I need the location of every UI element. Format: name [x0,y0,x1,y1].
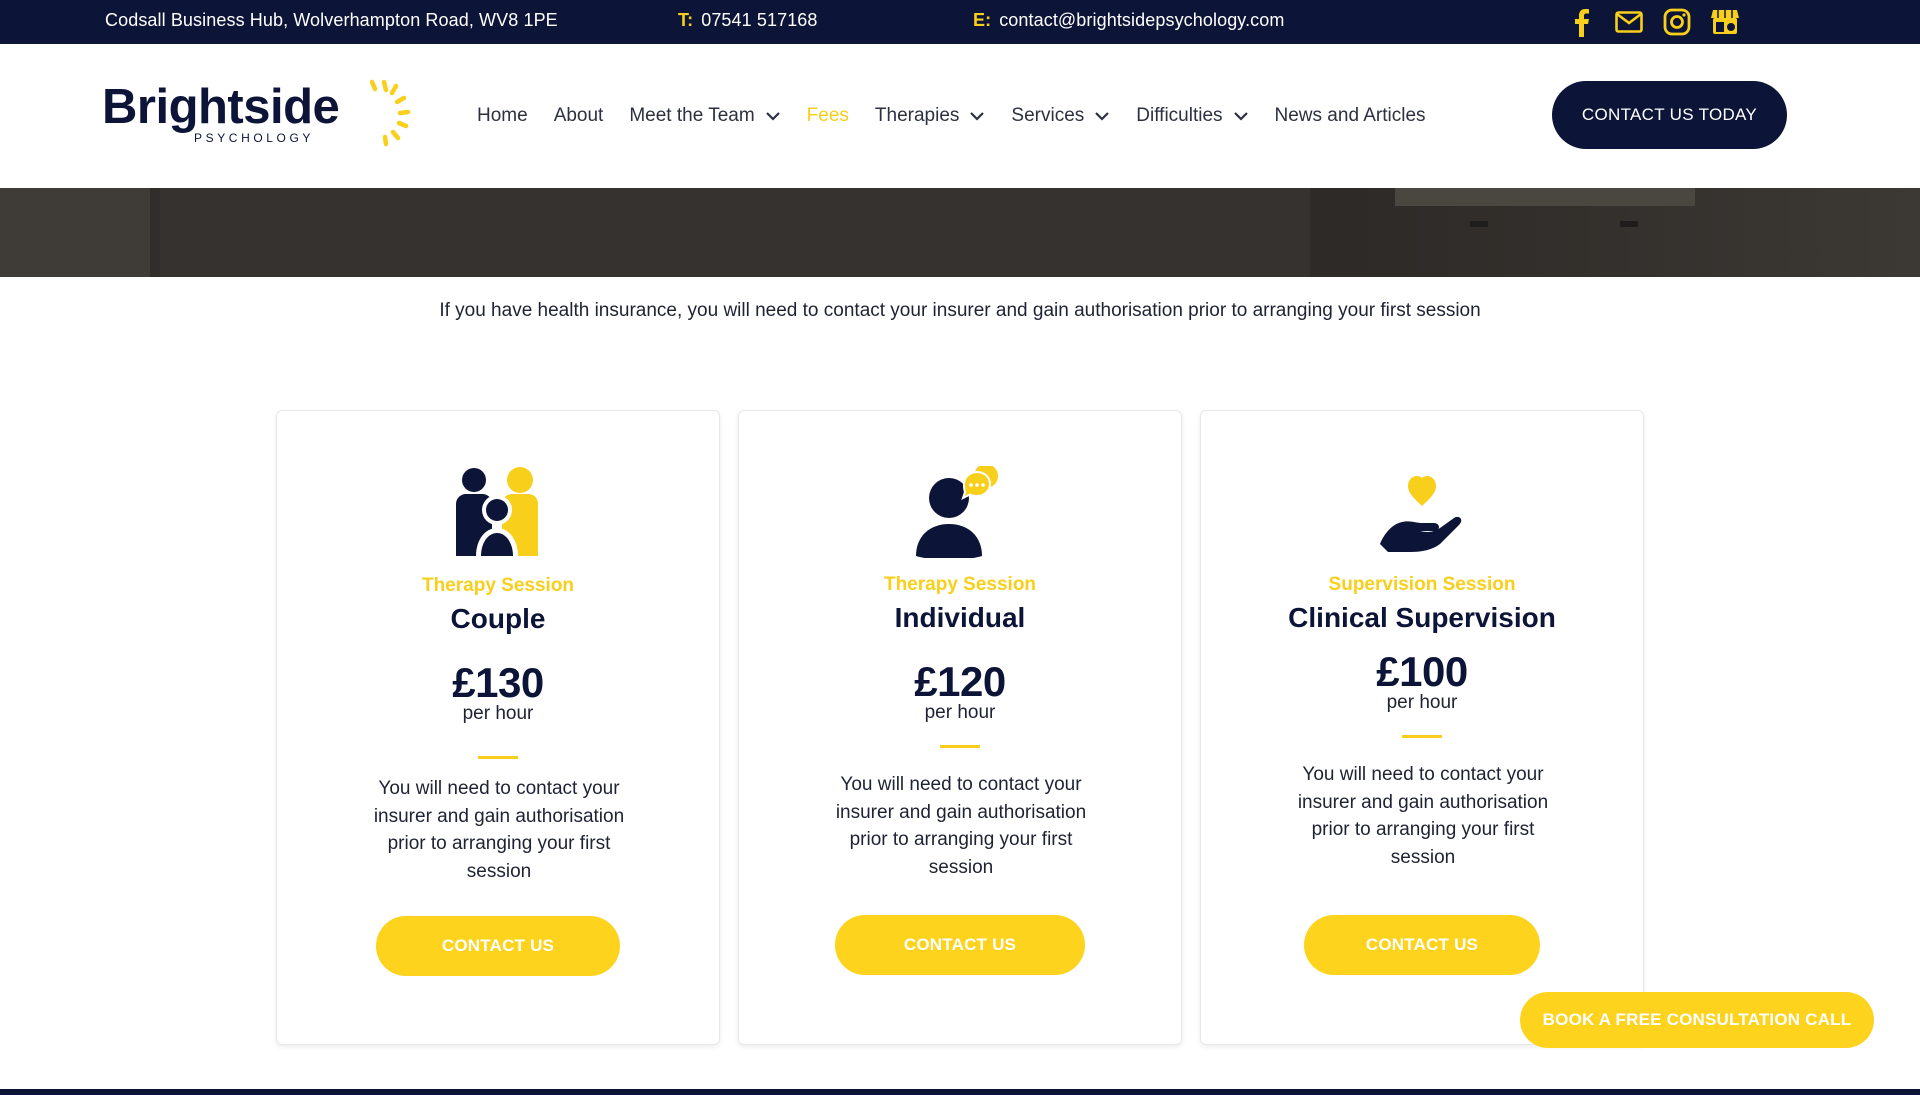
couple-icon [277,466,719,561]
description-line: prior to arranging your first [849,829,1073,850]
instagram-icon[interactable] [1662,7,1692,37]
price-unit: per hour [924,702,996,723]
book-free-consultation-button[interactable]: BOOK A FREE CONSULTATION CALL [1520,992,1874,1048]
nav-services-label: Services [1011,105,1085,126]
description-line: insurer and gain authorisation [835,801,1087,823]
description-line: You will need to contact your [840,774,1082,795]
nav-news-label: News and Articles [1274,105,1426,126]
brand-name: Brightside [102,80,340,134]
nav-fees[interactable]: Fees [807,105,849,127]
phone-number[interactable]: 07541 517168 [701,10,817,30]
insurance-notice: If you have health insurance, you will n… [439,300,1481,321]
nav-difficulties[interactable]: Difficulties [1136,105,1248,127]
nav-news-and-articles[interactable]: News and Articles [1275,105,1426,127]
session-kicker: Supervision Session [1328,574,1516,595]
google-business-icon[interactable] [1710,7,1740,37]
sun-rays-icon [370,79,411,147]
divider [1402,735,1442,738]
main-nav: Home About Meet the Team Fees Therapies … [477,44,1452,188]
session-title: Individual [894,602,1026,633]
description-line: prior to arranging your first [387,833,611,854]
pricing-card-couple: Therapy Session Couple £130 per hour You… [276,410,720,1045]
contact-us-button[interactable]: CONTACT US [835,915,1085,975]
nav-fees-label: Fees [806,105,849,126]
session-title: Clinical Supervision [1288,602,1556,633]
heart-hand-icon [1201,466,1643,561]
description-line: insurer and gain authorisation [1297,791,1549,813]
nav-about-label: About [553,105,604,126]
individual-chat-icon [739,466,1181,561]
top-bar: Codsall Business Hub, Wolverhampton Road… [0,0,1920,44]
hero-shape [1620,221,1638,227]
description-line: session [466,860,532,882]
divider [940,745,980,748]
brand-tagline: PSYCHOLOGY [194,131,315,145]
nav-therapies-label: Therapies [874,105,960,126]
contact-us-today-button[interactable]: CONTACT US TODAY [1552,81,1787,149]
divider [478,756,518,759]
nav-home[interactable]: Home [477,105,528,127]
session-kicker: Therapy Session [883,574,1037,595]
session-kicker: Therapy Session [421,575,575,596]
phone-contact[interactable]: T: 07541 517168 [678,0,818,44]
contact-us-button[interactable]: CONTACT US [1304,915,1540,975]
nav-meet-the-team[interactable]: Meet the Team [629,105,780,127]
session-price: £120 [914,658,1006,705]
social-icons [1566,0,1740,44]
nav-home-label: Home [477,105,528,126]
nav-meet-the-team-label: Meet the Team [629,105,755,126]
chevron-down-icon [1095,112,1110,121]
hero-shape [1395,188,1695,206]
site-header: Brightside PSYCHOLOGY Home About Meet th… [0,44,1920,188]
description-line: You will need to contact your [1302,764,1544,785]
session-description: You will need to contact your insurer an… [819,771,1103,881]
session-title: Couple [450,603,546,634]
pricing-card-clinical-supervision: Supervision Session Clinical Supervision… [1200,410,1644,1045]
hero-shape [160,188,1310,277]
email-label: E: [973,10,992,30]
chevron-down-icon [970,112,985,121]
address-text: Codsall Business Hub, Wolverhampton Road… [105,10,558,30]
price-unit: per hour [1386,692,1458,713]
email-contact[interactable]: E: contact@brightsidepsychology.com [973,0,1284,44]
session-description: You will need to contact your insurer an… [1281,761,1565,871]
email-address[interactable]: contact@brightsidepsychology.com [999,10,1284,30]
description-line: You will need to contact your [378,778,620,799]
brand-logo[interactable]: Brightside PSYCHOLOGY [102,76,411,166]
nav-difficulties-label: Difficulties [1136,105,1223,126]
description-line: insurer and gain authorisation [373,805,625,827]
chevron-down-icon [1233,112,1248,121]
hero-shape [1470,221,1488,227]
nav-services[interactable]: Services [1011,105,1110,127]
nav-therapies[interactable]: Therapies [875,105,986,127]
session-price: £130 [452,659,544,706]
session-description: You will need to contact your insurer an… [357,775,641,885]
hero-image [0,188,1920,277]
hero-shape [0,188,150,277]
description-line: prior to arranging your first [1311,819,1535,840]
description-line: session [928,856,994,878]
mail-icon[interactable] [1614,7,1644,37]
facebook-icon[interactable] [1566,7,1596,37]
phone-label: T: [678,10,694,30]
chevron-down-icon [765,112,780,121]
nav-about[interactable]: About [554,105,604,127]
description-line: session [1390,846,1456,868]
contact-us-button[interactable]: CONTACT US [376,916,620,976]
price-unit: per hour [462,703,534,724]
session-price: £100 [1376,648,1468,695]
pricing-card-individual: Therapy Session Individual £120 per hour… [738,410,1182,1045]
footer-edge [0,1089,1920,1095]
